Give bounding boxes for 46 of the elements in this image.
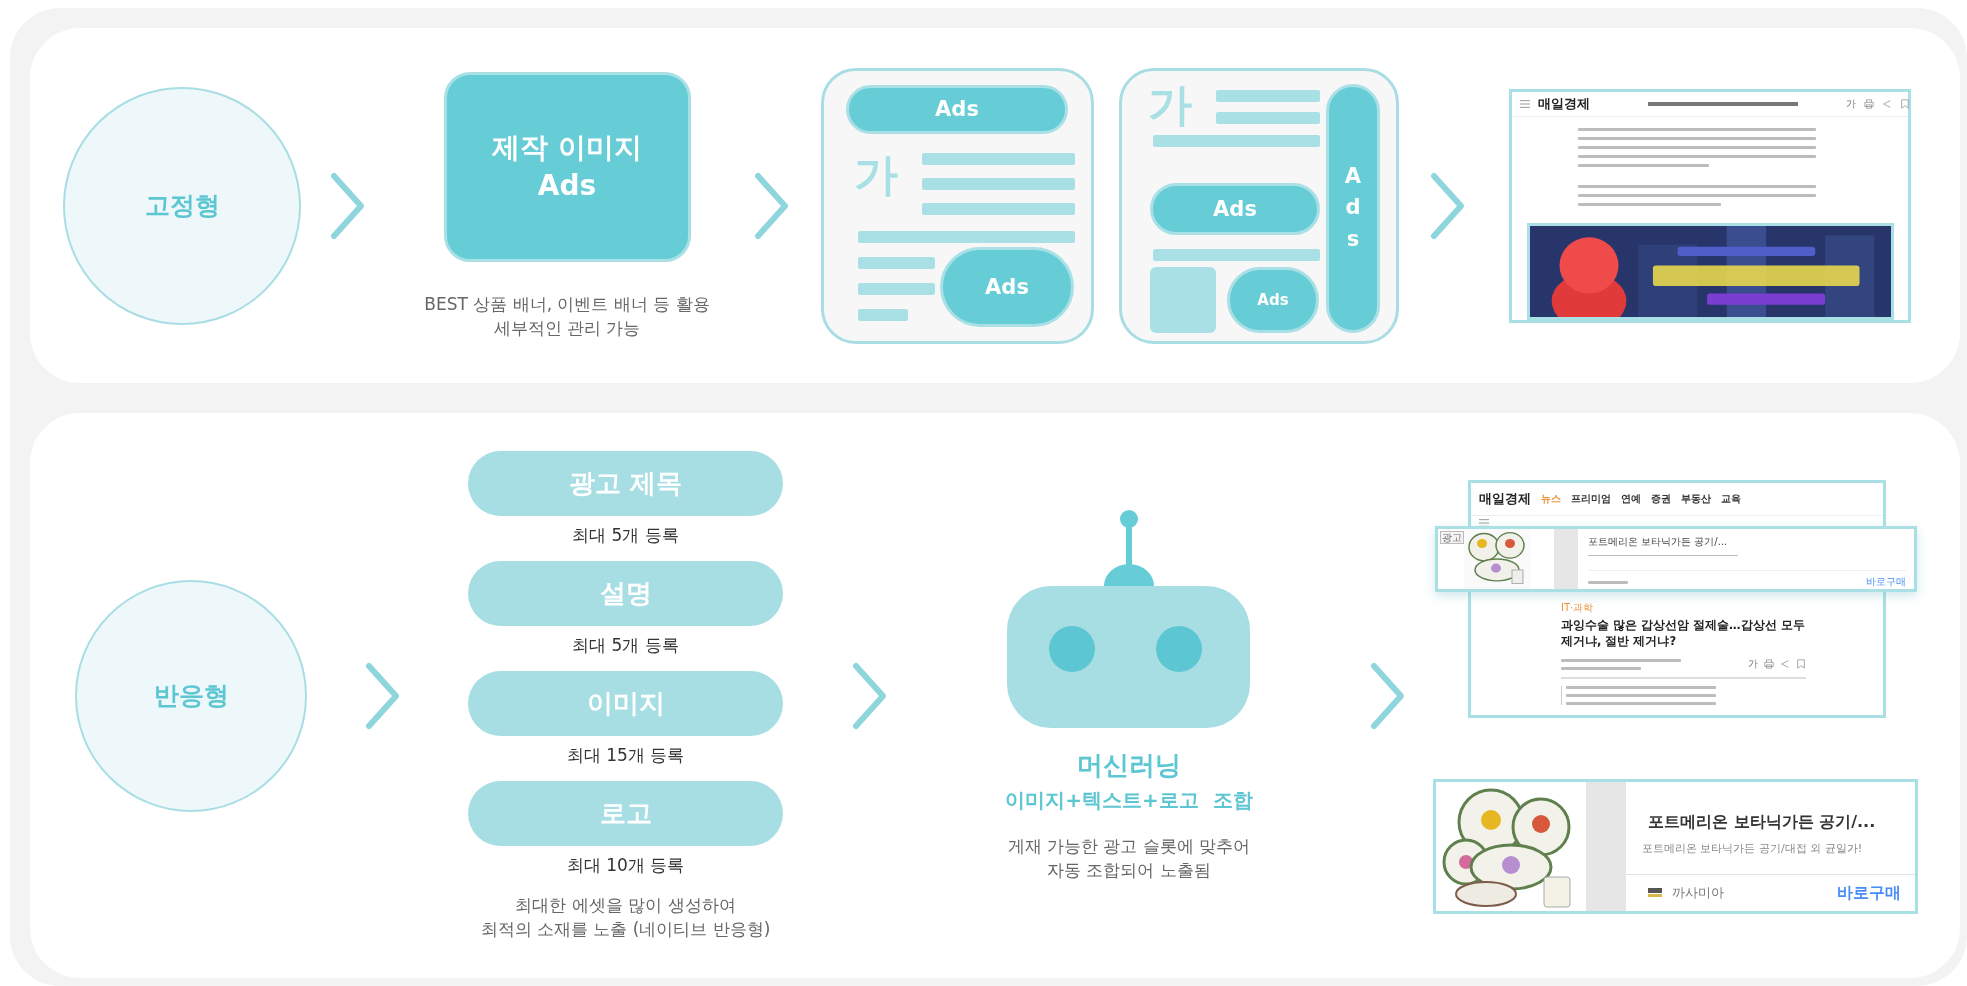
asset-title: 제작 이미지 [492,129,642,166]
article-headline: 과잉수술 많은 갑상선암 절제술…갑상선 모두 제거냐, 절반 제거냐? [1561,617,1806,649]
asset-limit: 최대 5개 등록 [572,523,679,547]
nav-link[interactable]: 연예 [1621,492,1641,506]
nav-link[interactable]: 증권 [1651,492,1671,506]
site-logo: 매일경제 [1479,490,1531,508]
asset-limit: 최대 10개 등록 [566,853,685,877]
native-ad-card[interactable]: 광고 포트메리온 보타닉가든 공기/... 바로구매 [1435,526,1917,592]
caption-line: 세부적인 관리 가능 [493,316,641,340]
engine-subtitle: 이미지+텍스트+로고 조합 [1005,786,1253,814]
native-ad-card[interactable]: 포트메리온 보타닉가든 공기/... 포트메리온 보타닉가든 공기/대접 외 균일가! 까사미아 바로구매 [1433,779,1918,914]
type-circle: 고정형 [63,86,301,325]
asset-tag: Ads [537,166,597,205]
asset-pill: 이미지 [468,670,783,736]
ad-description: 포트메리온 보타닉가든 공기/대접 외 균일가! [1642,841,1864,856]
caption-line: 게재 가능한 광고 슬롯에 맞추어 [1007,834,1251,858]
ad-slot: Ads [1326,83,1380,333]
type-circle: 반응형 [75,579,307,812]
asset-pill: 로고 [468,780,783,846]
asset-limit: 최대 15개 등록 [566,743,685,767]
buy-link[interactable]: 바로구매 [1866,575,1906,589]
ad-slot: Ads [1227,266,1319,333]
caption-line: 최적의 소재를 노출 (네이티브 반응형) [480,917,771,941]
ad-badge: 광고 [1440,531,1464,544]
nav-link[interactable]: 교육 [1721,492,1741,506]
text-glyph: 가 [854,152,898,197]
ad-title: 포트메리온 보타닉가든 공기/... [1588,535,1729,549]
engine-title: 머신러닝 [1077,748,1181,782]
nav-link[interactable]: 부동산 [1681,492,1711,506]
nav-link[interactable]: 프리미엄 [1571,492,1611,506]
ad-title: 포트메리온 보타닉가든 공기/... [1648,812,1877,833]
article-section: IT·과학 [1561,601,1806,615]
caption-line: 최대한 에셋을 많이 생성하여 [515,893,736,917]
font-size-button[interactable]: 가 [1846,96,1856,111]
asset-limit: 최대 5개 등록 [572,633,679,657]
asset-pill: 광고 제목 [468,450,783,516]
text-glyph: 가 [1148,82,1192,127]
site-logo: 매일경제 [1538,94,1590,113]
ad-slot: Ads [1150,182,1320,235]
caption-line: BEST 상품 배너, 이벤트 배너 등 활용 [424,292,710,316]
font-size-button[interactable]: 가 [1748,657,1758,671]
advertiser-name: 까사미아 [1672,884,1724,902]
asset-pill: 설명 [468,560,783,626]
caption-line: 자동 조합되어 노출됨 [1047,858,1211,882]
ad-slot: Ads [940,246,1074,327]
ad-slot: Ads [846,84,1068,134]
